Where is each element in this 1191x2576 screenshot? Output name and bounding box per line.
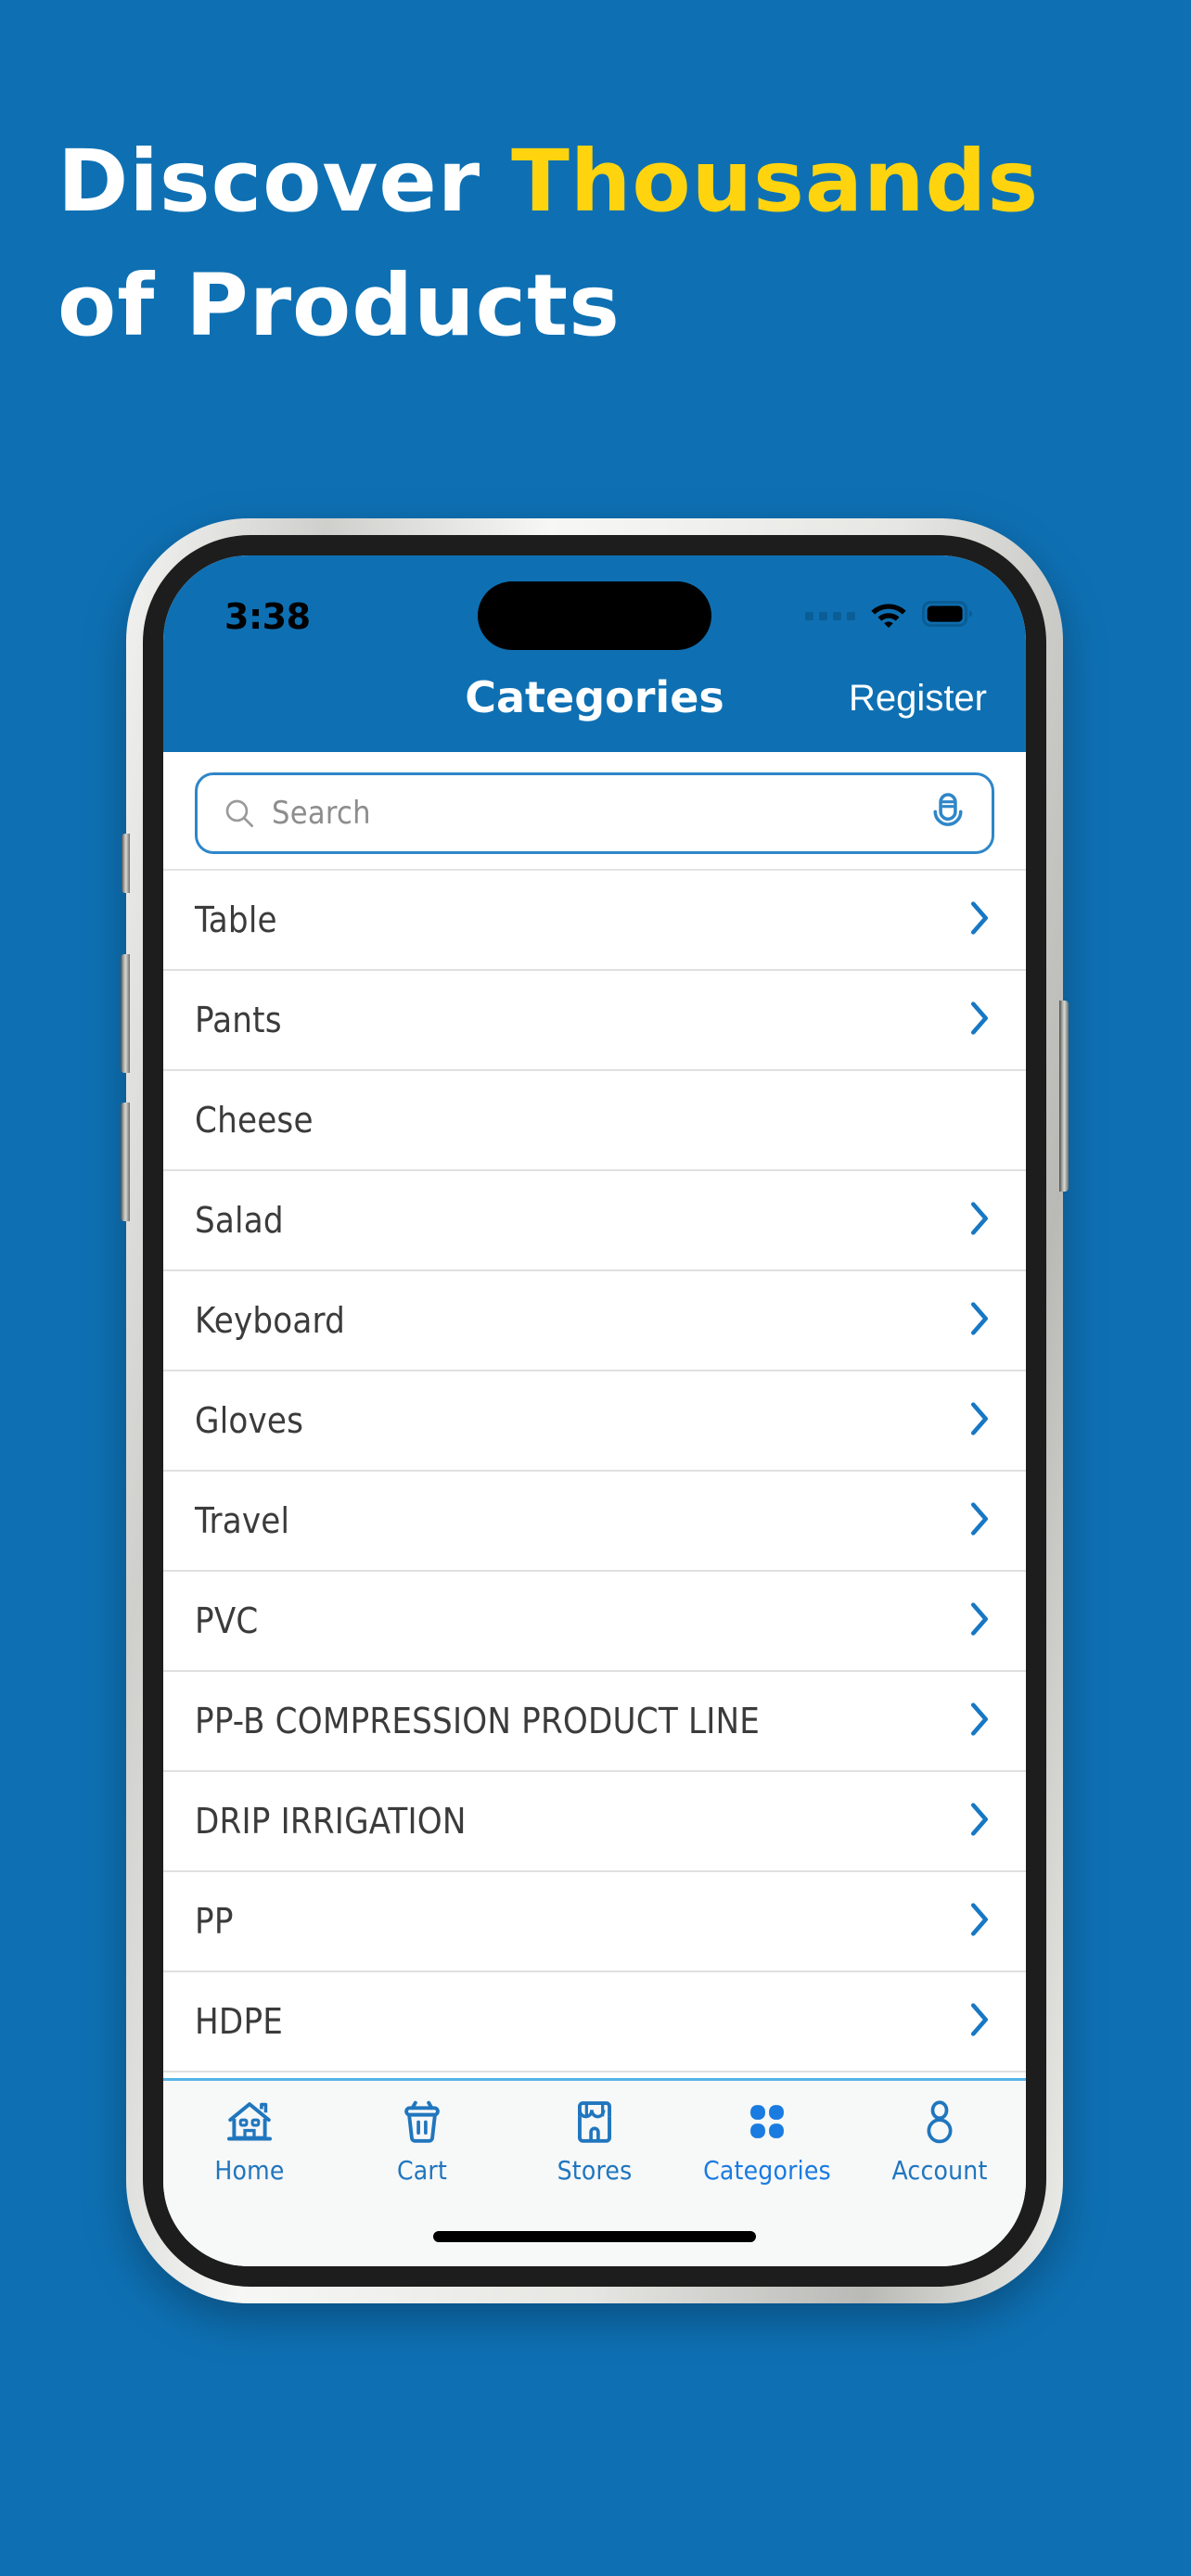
tab-label: Categories	[703, 2155, 831, 2186]
status-bar-indicators	[805, 598, 974, 634]
tab-cart[interactable]: Cart	[336, 2096, 508, 2186]
category-row[interactable]: Table	[163, 871, 1026, 971]
tab-label: Account	[891, 2155, 988, 2186]
category-row[interactable]: HDPE	[163, 1972, 1026, 2072]
category-label: Salad	[195, 1200, 284, 1241]
app-header-area: 3:38 Categories Register	[163, 555, 1026, 752]
category-label: PP	[195, 1901, 234, 1942]
tab-label: Home	[214, 2155, 285, 2186]
tab-home[interactable]: Home	[163, 2096, 336, 2186]
person-icon	[916, 2096, 963, 2148]
category-row[interactable]: Gloves	[163, 1371, 1026, 1472]
category-label: Keyboard	[195, 1300, 346, 1341]
status-bar-time: 3:38	[224, 596, 311, 637]
phone-screen: 3:38 Categories Register Search Table Pa…	[163, 555, 1026, 2266]
battery-icon	[922, 601, 974, 631]
category-row[interactable]: PVC	[163, 1572, 1026, 1672]
category-row[interactable]: DRIP IRRIGATION	[163, 1772, 1026, 1872]
chevron-right-icon	[963, 1898, 994, 1945]
search-icon	[222, 796, 257, 831]
microphone-icon[interactable]	[925, 790, 971, 836]
category-label: Travel	[195, 1500, 290, 1541]
promo-headline-text-accent: Thousands	[511, 132, 1040, 231]
category-label: DRIP IRRIGATION	[195, 1801, 467, 1842]
category-label: Pants	[195, 1000, 282, 1040]
category-label: HDPE	[195, 2001, 284, 2042]
navigation-bar: Categories Register	[163, 656, 1026, 752]
chevron-right-icon	[963, 1397, 994, 1445]
chevron-right-icon	[963, 897, 994, 944]
chevron-right-icon	[963, 1698, 994, 1745]
category-row[interactable]: PP	[163, 1872, 1026, 1972]
page-title: Categories	[465, 672, 724, 722]
category-label: Gloves	[195, 1400, 304, 1441]
search-placeholder: Search	[272, 795, 371, 832]
phone-action-button[interactable]	[122, 834, 130, 893]
category-label: Table	[195, 899, 277, 940]
phone-volume-up-button[interactable]	[121, 954, 130, 1073]
status-bar: 3:38	[163, 555, 1026, 656]
phone-mockup: 3:38 Categories Register Search Table Pa…	[121, 518, 1069, 2303]
category-row[interactable]: Salad	[163, 1171, 1026, 1271]
chevron-right-icon	[963, 1998, 994, 2046]
promo-headline-line-2: of Products	[58, 256, 621, 355]
category-label: Cheese	[195, 1100, 314, 1141]
chevron-right-icon	[963, 1297, 994, 1345]
grid-icon	[744, 2096, 790, 2148]
home-icon	[224, 2096, 275, 2148]
store-icon	[570, 2096, 619, 2148]
search-input[interactable]: Search	[195, 772, 994, 854]
promo-headline-text-plain: Discover	[58, 132, 512, 231]
phone-power-button[interactable]	[1059, 1001, 1069, 1192]
tab-label: Stores	[557, 2155, 633, 2186]
promo-headline-line-1: Discover Thousands	[58, 139, 1096, 224]
category-row[interactable]: PP-B COMPRESSION PRODUCT LINE	[163, 1672, 1026, 1772]
category-row[interactable]: Pants	[163, 971, 1026, 1071]
home-indicator	[433, 2231, 756, 2242]
chevron-right-icon	[963, 1197, 994, 1244]
category-label: PP-B COMPRESSION PRODUCT LINE	[195, 1701, 761, 1741]
tab-stores[interactable]: Stores	[508, 2096, 681, 2186]
chevron-right-icon	[963, 1798, 994, 1845]
wifi-icon	[868, 598, 909, 634]
tab-label: Cart	[396, 2155, 448, 2186]
cellular-dots-icon	[805, 612, 855, 620]
chevron-right-icon	[963, 997, 994, 1044]
dynamic-island	[478, 581, 711, 650]
register-button[interactable]: Register	[849, 678, 987, 720]
cart-icon	[398, 2096, 446, 2148]
category-label: PVC	[195, 1600, 259, 1641]
category-row[interactable]: Cheese	[163, 1071, 1026, 1171]
category-row[interactable]: Keyboard	[163, 1271, 1026, 1371]
tab-account[interactable]: Account	[853, 2096, 1026, 2186]
category-list[interactable]: Table Pants Cheese Salad Keyboard Gloves Trave…	[163, 869, 1026, 2266]
chevron-right-icon	[963, 1498, 994, 1545]
tab-categories[interactable]: Categories	[681, 2096, 853, 2186]
phone-volume-down-button[interactable]	[121, 1103, 130, 1221]
category-row[interactable]: Travel	[163, 1472, 1026, 1572]
promo-headline: Discover Thousands of Products	[58, 139, 1096, 388]
chevron-right-icon	[963, 1598, 994, 1645]
search-section: Search	[163, 752, 1026, 869]
